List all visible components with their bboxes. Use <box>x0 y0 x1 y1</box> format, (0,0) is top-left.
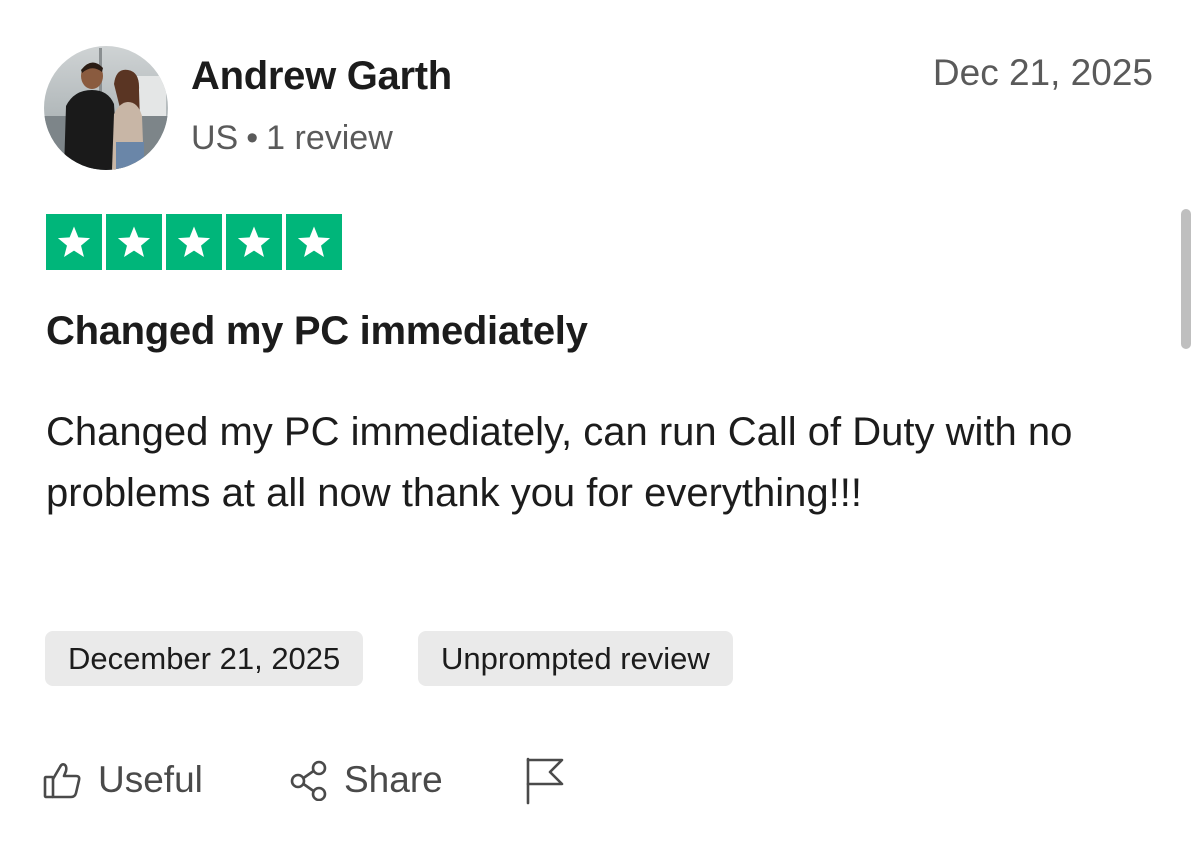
thumbs-up-icon <box>42 759 84 801</box>
star-icon <box>286 214 342 270</box>
star-icon <box>226 214 282 270</box>
report-button[interactable] <box>522 752 580 808</box>
user-photo-avatar <box>44 46 168 170</box>
share-label: Share <box>344 759 443 800</box>
review-body: Changed my PC immediately, can run Call … <box>46 410 1073 515</box>
star-icon <box>46 214 102 270</box>
experience-date-tag: December 21, 2025 <box>45 631 364 686</box>
meta-separator: • <box>246 119 259 157</box>
useful-label: Useful <box>98 759 203 800</box>
share-icon <box>288 759 330 801</box>
review-type-tag: Unprompted review <box>418 631 733 686</box>
scrollbar[interactable] <box>1181 209 1191 349</box>
reviewer-country: US <box>191 119 239 157</box>
reviewer-name[interactable]: Andrew Garth <box>191 50 452 102</box>
star-icon <box>166 214 222 270</box>
useful-button[interactable]: Useful <box>42 752 203 808</box>
flag-icon <box>522 755 566 805</box>
share-button[interactable]: Share <box>288 752 443 808</box>
review-date: Dec 21, 2025 <box>932 52 1153 93</box>
star-icon <box>106 214 162 270</box>
reviewer-meta: US • 1 review <box>191 116 393 160</box>
review-title: Changed my PC immediately <box>46 309 588 353</box>
avatar <box>44 46 168 170</box>
reviewer-review-count[interactable]: 1 review <box>266 119 393 157</box>
star-rating <box>46 214 342 270</box>
